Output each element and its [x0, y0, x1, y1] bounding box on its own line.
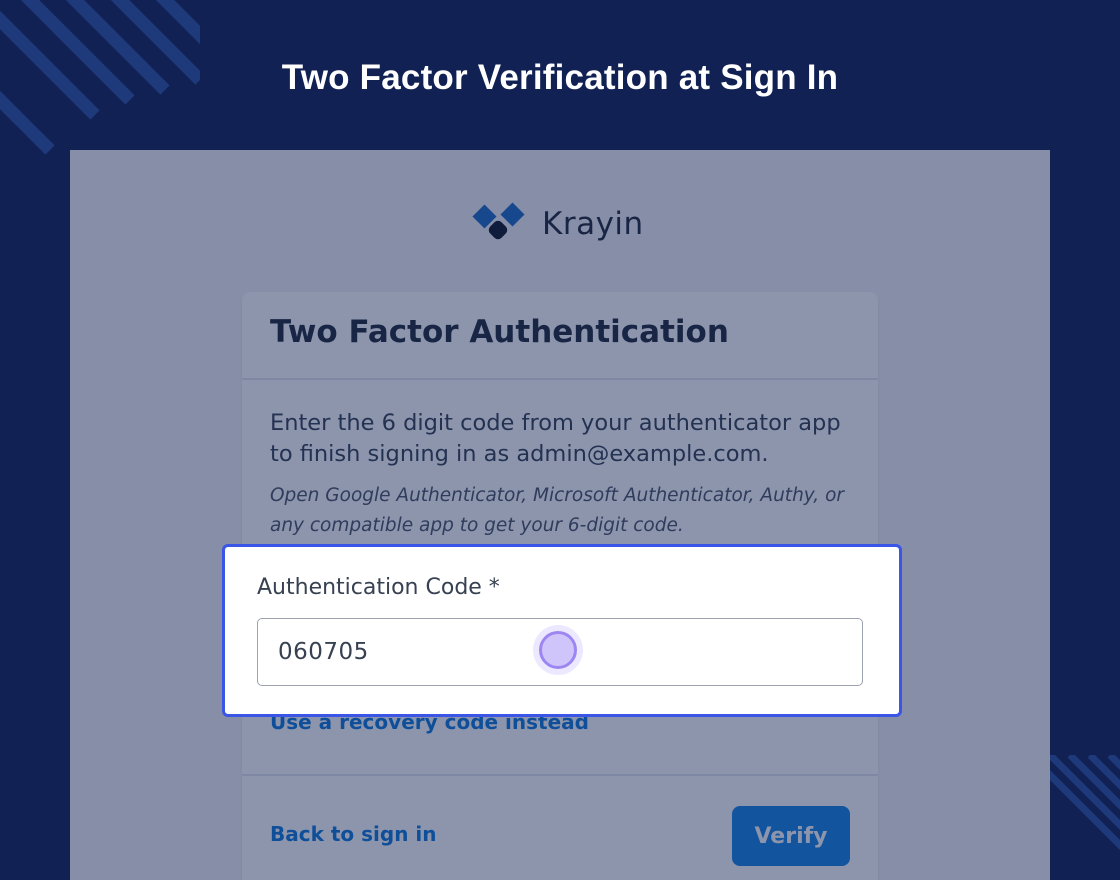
screenshot-frame: Krayin Two Factor Authentication Enter t…	[70, 150, 1050, 880]
decorative-stripes-bottom-right	[1040, 755, 1120, 850]
click-indicator	[539, 631, 577, 669]
authentication-code-label: Authentication Code *	[257, 575, 500, 600]
dim-overlay	[70, 150, 1050, 880]
highlighted-code-field: Authentication Code * 060705	[222, 544, 902, 717]
banner-title: Two Factor Verification at Sign In	[281, 58, 839, 97]
